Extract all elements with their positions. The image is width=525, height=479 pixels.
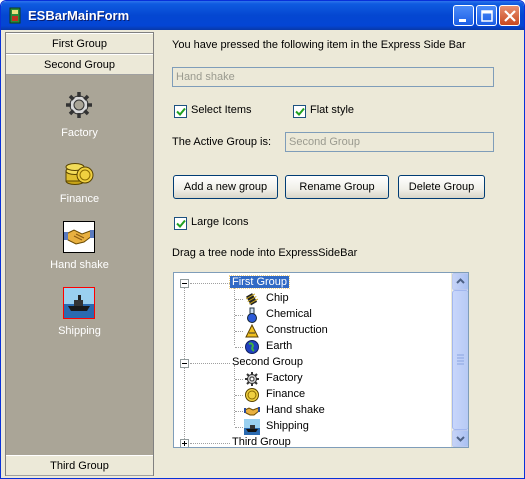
tree-line (190, 363, 230, 365)
checkmark-icon (295, 107, 305, 116)
chevron-up-icon (456, 278, 465, 284)
construction-icon (245, 323, 259, 338)
tree-node-construction[interactable]: Construction (174, 323, 450, 339)
sidebar-item-label: Shipping (58, 325, 101, 337)
active-group-label: The Active Group is: (172, 136, 272, 148)
close-button[interactable] (499, 5, 520, 26)
maximize-button[interactable] (476, 5, 497, 26)
group-header-third[interactable]: Third Group (6, 455, 153, 476)
sidebar-item-label: Finance (59, 193, 100, 205)
sidebar-item-label: Factory (61, 127, 98, 139)
close-icon (504, 10, 516, 22)
drag-hint-label: Drag a tree node into ExpressSideBar (172, 247, 358, 259)
active-group-field[interactable]: Second Group (285, 132, 494, 152)
sidebar-item-label: Hand shake (50, 259, 109, 271)
flat-style-checkbox[interactable] (293, 105, 306, 118)
tree-node-third-group[interactable]: Third Group (174, 435, 450, 448)
large-icons-label[interactable]: Large Icons (191, 216, 248, 228)
scroll-thumb[interactable] (452, 290, 468, 430)
window-title: ESBarMainForm (28, 8, 130, 23)
tree-node-label: Earth (266, 340, 293, 352)
grip-icon (457, 354, 464, 365)
tree-node-label: Hand shake (266, 404, 325, 416)
tree-line (235, 331, 243, 333)
tree-node-second-group[interactable]: Second Group (174, 355, 450, 371)
tree-line (235, 299, 243, 301)
tree-line (235, 347, 243, 349)
select-items-label[interactable]: Select Items (191, 104, 252, 116)
express-side-bar: First Group Second Group Factory Finance… (5, 32, 154, 476)
group-header-first[interactable]: First Group (6, 33, 153, 54)
coins-icon (245, 388, 259, 402)
ship-icon (63, 287, 95, 319)
tree-node-label: Second Group (232, 356, 303, 368)
title-bar[interactable]: ESBarMainForm (1, 1, 524, 30)
tree-node-label: Finance (266, 388, 306, 400)
checkmark-icon (176, 107, 186, 116)
tree-line (235, 411, 243, 413)
tree-line (235, 395, 243, 397)
tree-node-label: Construction (266, 324, 328, 336)
handshake-icon (244, 407, 260, 416)
tree-node-label: Factory (266, 372, 303, 384)
sidebar-item-factory[interactable]: Factory (6, 89, 153, 155)
tree-node-earth[interactable]: Earth (174, 339, 450, 355)
tree-node-factory[interactable]: Factory (174, 371, 450, 387)
minimize-button[interactable] (453, 5, 474, 26)
app-icon[interactable] (7, 7, 23, 24)
flat-style-label[interactable]: Flat style (310, 104, 354, 116)
select-items-checkbox[interactable] (174, 105, 187, 118)
tree-node-label: Third Group (232, 436, 291, 448)
expand-icon[interactable] (180, 439, 189, 447)
coins-icon (63, 155, 95, 187)
tree-node-label: Shipping (266, 420, 309, 432)
sidebar-item-shipping[interactable]: Shipping (6, 287, 153, 353)
handshake-icon (63, 221, 95, 253)
tree-line (190, 443, 230, 445)
flask-icon (247, 307, 257, 323)
large-icons-checkbox[interactable] (174, 217, 187, 230)
tree-node-shipping[interactable]: Shipping (174, 419, 450, 435)
group-header-second[interactable]: Second Group (6, 54, 153, 75)
tree-node-chip[interactable]: Chip (174, 291, 450, 307)
tree-node-label: First Group (228, 275, 291, 289)
tree-scrollbar[interactable] (451, 273, 468, 447)
collapse-icon[interactable] (180, 279, 189, 288)
tree-line (235, 427, 243, 429)
tree-line (190, 283, 230, 285)
ship-icon (244, 419, 260, 435)
tree-line (235, 315, 243, 317)
pressed-item-field[interactable]: Hand shake (172, 67, 494, 87)
group-tree-view[interactable]: First Group Chip Chemical Construction E… (173, 272, 469, 448)
checkmark-icon (176, 219, 186, 228)
delete-group-button[interactable]: Delete Group (398, 175, 485, 199)
scroll-down-button[interactable] (452, 430, 468, 447)
tree-node-finance[interactable]: Finance (174, 387, 450, 403)
minimize-icon (459, 19, 466, 22)
add-group-button[interactable]: Add a new group (173, 175, 278, 199)
main-window: ESBarMainForm First Group Second Group F… (0, 0, 525, 479)
scroll-up-button[interactable] (452, 273, 468, 290)
sidebar-item-handshake[interactable]: Hand shake (6, 221, 153, 287)
earth-icon (245, 340, 259, 354)
rename-group-button[interactable]: Rename Group (285, 175, 389, 199)
gear-icon (63, 89, 95, 121)
tree-node-label: Chip (266, 292, 289, 304)
maximize-icon (481, 10, 493, 22)
tree-node-first-group[interactable]: First Group (174, 275, 450, 291)
tree-node-label: Chemical (266, 308, 312, 320)
sidebar-item-finance[interactable]: Finance (6, 155, 153, 221)
gear-icon (245, 372, 259, 386)
chip-icon (245, 293, 259, 306)
pressed-item-label: You have pressed the following item in t… (172, 39, 466, 51)
tree-node-handshake[interactable]: Hand shake (174, 403, 450, 419)
tree-line (235, 379, 243, 381)
chevron-down-icon (456, 436, 465, 442)
tree-node-chemical[interactable]: Chemical (174, 307, 450, 323)
collapse-icon[interactable] (180, 359, 189, 368)
